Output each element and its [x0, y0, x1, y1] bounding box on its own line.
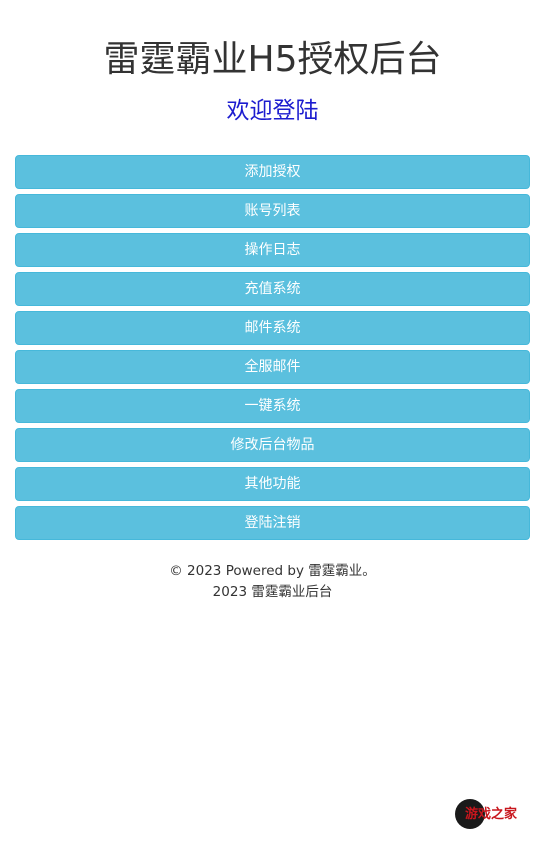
watermark-text: 游戏之家: [465, 807, 518, 822]
watermark-logo: 游戏之家: [455, 799, 535, 829]
recharge-system-button[interactable]: 充值系统: [15, 272, 530, 306]
welcome-subtitle: 欢迎登陆: [226, 98, 319, 124]
logout-button[interactable]: 登陆注销: [15, 506, 530, 540]
menu: 添加授权 账号列表 操作日志 充值系统 邮件系统 全服邮件 一键系统 修改后台物…: [15, 155, 530, 545]
account-list-button[interactable]: 账号列表: [15, 194, 530, 228]
mail-system-button[interactable]: 邮件系统: [15, 311, 530, 345]
modify-backend-items-button[interactable]: 修改后台物品: [15, 428, 530, 462]
other-functions-button[interactable]: 其他功能: [15, 467, 530, 501]
page-title: 雷霆霸业H5授权后台: [103, 39, 442, 80]
page: 雷霆霸业H5授权后台 欢迎登陆 添加授权 账号列表 操作日志 充值系统 邮件系统…: [0, 0, 545, 843]
footer: © 2023 Powered by 雷霆霸业。 2023 雷霆霸业后台: [0, 561, 545, 603]
server-wide-mail-button[interactable]: 全服邮件: [15, 350, 530, 384]
add-authorization-button[interactable]: 添加授权: [15, 155, 530, 189]
one-click-system-button[interactable]: 一键系统: [15, 389, 530, 423]
footer-copyright: © 2023 Powered by 雷霆霸业。: [169, 563, 376, 579]
operation-log-button[interactable]: 操作日志: [15, 233, 530, 267]
footer-product: 2023 雷霆霸业后台: [212, 584, 333, 600]
